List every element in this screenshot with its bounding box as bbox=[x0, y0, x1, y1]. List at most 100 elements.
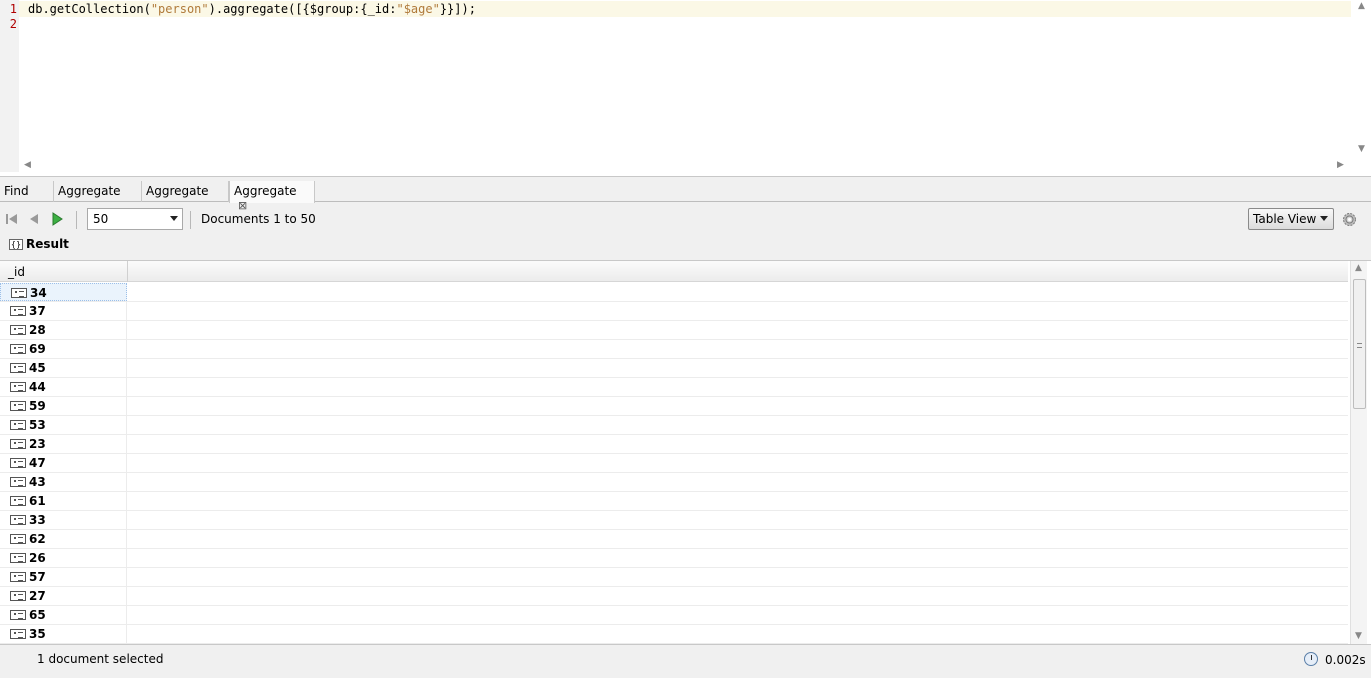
id-value: 26 bbox=[29, 551, 46, 565]
id-cell[interactable]: 35 bbox=[0, 625, 127, 643]
id-cell[interactable]: 37 bbox=[0, 302, 127, 320]
table-row[interactable]: 26 bbox=[0, 549, 1348, 568]
document-icon bbox=[10, 325, 26, 335]
table-row[interactable]: 35 bbox=[0, 625, 1348, 644]
column-header-id[interactable]: _id bbox=[8, 265, 25, 279]
toolbar-separator bbox=[190, 211, 191, 229]
scrollbar-thumb[interactable] bbox=[1353, 279, 1366, 409]
id-value: 62 bbox=[29, 532, 46, 546]
line-number: 1 bbox=[9, 2, 17, 16]
id-cell[interactable]: 61 bbox=[0, 492, 127, 510]
document-icon bbox=[10, 610, 26, 620]
first-page-icon[interactable] bbox=[5, 212, 19, 226]
line-number: 2 bbox=[9, 17, 17, 31]
query-editor[interactable]: 1 2 db.getCollection("person").aggregate… bbox=[0, 0, 1371, 177]
line-number-gutter: 1 2 bbox=[0, 0, 19, 172]
table-row[interactable]: 37 bbox=[0, 302, 1348, 321]
braces-icon: {} bbox=[9, 238, 23, 250]
code-line-1[interactable]: db.getCollection("person").aggregate([{$… bbox=[28, 2, 476, 17]
table-row[interactable]: 59 bbox=[0, 397, 1348, 416]
table-rows: 34 37 28 69 45 44 59 53 23 47 43 61 33 62 26 57 27 65 35 bbox=[0, 283, 1348, 644]
table-vertical-scrollbar[interactable]: ▲ ▼ bbox=[1350, 261, 1367, 644]
document-icon bbox=[10, 439, 26, 449]
view-mode-select[interactable]: Table View bbox=[1248, 208, 1334, 230]
table-row[interactable]: 47 bbox=[0, 454, 1348, 473]
id-cell[interactable]: 69 bbox=[0, 340, 127, 358]
table-row[interactable]: 61 bbox=[0, 492, 1348, 511]
grip-icon bbox=[1357, 343, 1362, 348]
selection-status: 1 document selected bbox=[37, 652, 164, 666]
table-row[interactable]: 43 bbox=[0, 473, 1348, 492]
table-row[interactable]: 44 bbox=[0, 378, 1348, 397]
page-size-select[interactable]: 50 bbox=[87, 208, 183, 230]
scroll-up-arrow-icon[interactable]: ▲ bbox=[1358, 2, 1365, 11]
document-icon bbox=[10, 382, 26, 392]
id-cell[interactable]: 44 bbox=[0, 378, 127, 396]
id-cell[interactable]: 53 bbox=[0, 416, 127, 434]
id-value: 35 bbox=[29, 627, 46, 641]
editor-horizontal-scrollbar[interactable]: ◀ ▶ bbox=[19, 160, 1351, 172]
table-row[interactable]: 45 bbox=[0, 359, 1348, 378]
tab-find[interactable]: Find bbox=[0, 181, 54, 202]
id-cell[interactable]: 33 bbox=[0, 511, 127, 529]
id-cell[interactable]: 34 bbox=[0, 283, 127, 301]
id-cell[interactable]: 43 bbox=[0, 473, 127, 491]
status-bar: 1 document selected 0.002s bbox=[0, 647, 1371, 672]
scroll-right-arrow-icon[interactable]: ▶ bbox=[1337, 161, 1344, 170]
id-cell[interactable]: 62 bbox=[0, 530, 127, 548]
document-icon bbox=[10, 515, 26, 525]
id-value: 69 bbox=[29, 342, 46, 356]
document-icon bbox=[10, 477, 26, 487]
id-cell[interactable]: 45 bbox=[0, 359, 127, 377]
tab-aggregate-1[interactable]: Aggregate bbox=[54, 181, 142, 202]
id-cell[interactable]: 23 bbox=[0, 435, 127, 453]
table-row[interactable]: 34 bbox=[0, 283, 1348, 302]
id-value: 33 bbox=[29, 513, 46, 527]
id-value: 37 bbox=[29, 304, 46, 318]
table-row[interactable]: 69 bbox=[0, 340, 1348, 359]
id-value: 34 bbox=[30, 286, 47, 300]
next-page-icon[interactable] bbox=[50, 212, 64, 226]
gear-icon[interactable] bbox=[1341, 211, 1358, 228]
id-value: 57 bbox=[29, 570, 46, 584]
id-cell[interactable]: 47 bbox=[0, 454, 127, 472]
id-value: 65 bbox=[29, 608, 46, 622]
result-toolbar: 50 Documents 1 to 50 Table View bbox=[0, 203, 1371, 236]
table-row[interactable]: 23 bbox=[0, 435, 1348, 454]
id-cell[interactable]: 65 bbox=[0, 606, 127, 624]
scroll-down-arrow-icon[interactable]: ▼ bbox=[1355, 632, 1362, 641]
id-value: 23 bbox=[29, 437, 46, 451]
tab-aggregate-2[interactable]: Aggregate bbox=[142, 181, 229, 202]
previous-page-icon[interactable] bbox=[27, 212, 41, 226]
table-row[interactable]: 33 bbox=[0, 511, 1348, 530]
document-icon bbox=[10, 306, 26, 316]
document-icon bbox=[10, 401, 26, 411]
table-row[interactable]: 27 bbox=[0, 587, 1348, 606]
tab-aggregate-3[interactable]: Aggregate⊠ bbox=[229, 181, 315, 212]
id-value: 45 bbox=[29, 361, 46, 375]
table-row[interactable]: 53 bbox=[0, 416, 1348, 435]
document-icon bbox=[10, 591, 26, 601]
scroll-up-arrow-icon[interactable]: ▲ bbox=[1355, 264, 1362, 273]
table-row[interactable]: 57 bbox=[0, 568, 1348, 587]
result-label: {} Result bbox=[9, 237, 69, 251]
id-cell[interactable]: 27 bbox=[0, 587, 127, 605]
table-row[interactable]: 65 bbox=[0, 606, 1348, 625]
editor-vertical-scrollbar[interactable]: ▲ ▼ bbox=[1351, 0, 1371, 160]
id-cell[interactable]: 57 bbox=[0, 568, 127, 586]
code-area[interactable]: db.getCollection("person").aggregate([{$… bbox=[19, 0, 1351, 160]
document-icon bbox=[10, 458, 26, 468]
table-row[interactable]: 28 bbox=[0, 321, 1348, 340]
document-icon bbox=[10, 363, 26, 373]
column-divider[interactable] bbox=[127, 261, 128, 282]
id-cell[interactable]: 28 bbox=[0, 321, 127, 339]
scroll-down-arrow-icon[interactable]: ▼ bbox=[1358, 145, 1365, 154]
document-icon bbox=[11, 288, 27, 298]
id-cell[interactable]: 26 bbox=[0, 549, 127, 567]
result-table[interactable]: _id 34 37 28 69 45 44 59 53 23 47 43 61 33 62 26 57 27 65… bbox=[0, 260, 1371, 645]
id-cell[interactable]: 59 bbox=[0, 397, 127, 415]
table-row[interactable]: 62 bbox=[0, 530, 1348, 549]
id-value: 53 bbox=[29, 418, 46, 432]
result-tab-bar: Find Aggregate Aggregate Aggregate⊠ bbox=[0, 181, 1371, 212]
scroll-left-arrow-icon[interactable]: ◀ bbox=[24, 161, 31, 170]
